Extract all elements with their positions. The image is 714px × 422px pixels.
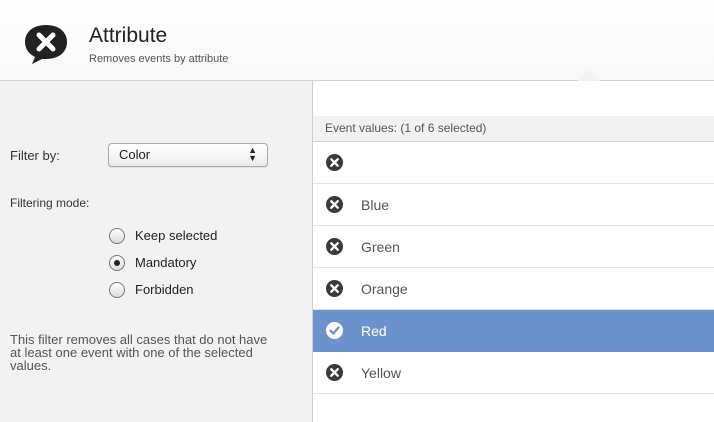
list-item-label: Green [361, 239, 400, 255]
list-item[interactable]: Yellow [313, 352, 714, 394]
filtering-mode-label: Filtering mode: [10, 196, 90, 210]
select-arrows-icon: ▲ ▼ [248, 145, 257, 163]
plugin-header: Attribute Removes events by attribute [0, 0, 714, 81]
x-circle-icon [326, 238, 343, 255]
list-item-label: Orange [361, 281, 408, 297]
radio-circle [109, 255, 125, 271]
list-item-selected[interactable]: Red [313, 310, 714, 352]
attribute-select[interactable]: Color ▲ ▼ [108, 143, 268, 167]
list-item[interactable]: Orange [313, 268, 714, 310]
x-circle-icon [326, 196, 343, 213]
list-item-label: Blue [361, 197, 390, 213]
plugin-title: Attribute [89, 24, 168, 47]
x-circle-icon [326, 154, 343, 171]
radio-dot [114, 260, 120, 266]
list-item-label: Yellow [361, 365, 401, 381]
check-circle-icon [326, 322, 343, 339]
radio-label: Forbidden [135, 282, 194, 297]
radio-label: Keep selected [135, 228, 218, 243]
event-values-list: Blue Green Orange Red Yellow [313, 142, 714, 394]
event-values-header: Event values: (1 of 6 selected) [313, 116, 714, 142]
list-item[interactable] [313, 142, 714, 184]
attribute-select-value: Color [119, 147, 151, 162]
x-circle-icon [326, 364, 343, 381]
x-circle-icon [326, 280, 343, 297]
radio-circle [109, 228, 125, 244]
plugin-subtitle: Removes events by attribute [89, 53, 229, 65]
list-item[interactable]: Blue [313, 184, 714, 226]
radio-label: Mandatory [135, 255, 197, 270]
settings-panel: Filter by: Color ▲ ▼ Filtering mode: Keep… [0, 81, 312, 422]
list-item-label: Red [361, 323, 387, 339]
event-values-panel: Event values: (1 of 6 selected) Blue Gre… [312, 81, 714, 422]
filter-by-label: Filter by: [10, 148, 60, 163]
filter-description: This filter removes all cases that do no… [10, 332, 268, 373]
list-item[interactable]: Green [313, 226, 714, 268]
remove-bubble-icon [25, 25, 67, 64]
radio-circle [109, 282, 125, 298]
event-values-header-text: Event values: (1 of 6 selected) [325, 121, 487, 135]
